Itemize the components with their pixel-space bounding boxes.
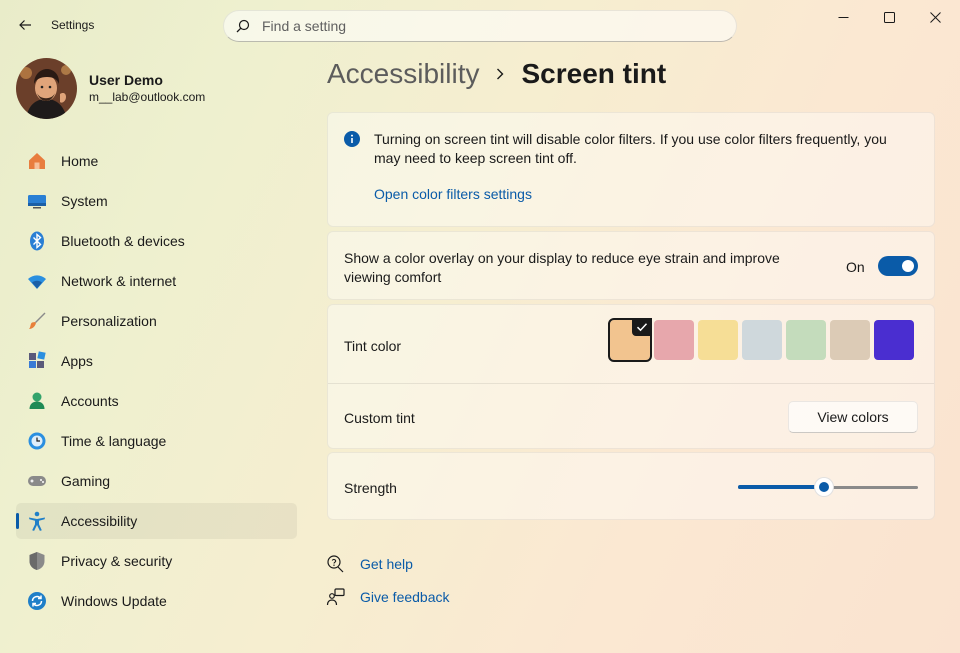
screen-tint-toggle-card: Show a color overlay on your display to …	[327, 231, 935, 300]
close-button[interactable]	[912, 0, 958, 34]
strength-slider[interactable]	[738, 477, 918, 497]
help-chat-icon	[326, 554, 346, 574]
avatar	[16, 57, 77, 119]
user-email: m__lab@outlook.com	[89, 90, 206, 104]
chevron-right-icon	[495, 67, 505, 81]
sidebar-item-label: System	[61, 193, 108, 209]
info-card: Turning on screen tint will disable colo…	[327, 112, 935, 227]
tint-color-card: Tint color Custom tint View colors	[327, 304, 935, 449]
sidebar-item-label: Windows Update	[61, 593, 167, 609]
maximize-icon	[883, 11, 895, 23]
toggle-state-label: On	[846, 259, 865, 275]
search-icon	[236, 19, 250, 33]
info-text: Turning on screen tint will disable colo…	[374, 131, 887, 166]
tint-swatch[interactable]	[742, 320, 782, 360]
sidebar-item-label: Bluetooth & devices	[61, 233, 185, 249]
sidebar-item-label: Accessibility	[61, 513, 138, 529]
sidebar-item-label: Privacy & security	[61, 553, 173, 569]
tint-swatches	[608, 318, 918, 362]
sidebar-item-time-language[interactable]: Time & language	[16, 423, 297, 459]
wifi-icon	[26, 270, 48, 292]
sidebar-item-label: Accounts	[61, 393, 119, 409]
clock-globe-icon	[26, 430, 48, 452]
title-bar: Settings	[0, 0, 960, 52]
divider	[328, 383, 934, 384]
sidebar-item-personalization[interactable]: Personalization	[16, 303, 297, 339]
update-icon	[26, 590, 48, 612]
apps-icon	[26, 350, 48, 372]
app-title: Settings	[51, 18, 95, 32]
user-name: User Demo	[89, 72, 163, 88]
strength-card: Strength	[327, 452, 935, 520]
tint-swatch[interactable]	[654, 320, 694, 360]
search-input[interactable]	[262, 18, 702, 34]
bluetooth-icon	[26, 230, 48, 252]
overlay-description: Show a color overlay on your display to …	[344, 250, 780, 285]
sidebar-item-apps[interactable]: Apps	[16, 343, 297, 379]
checkmark-icon	[632, 318, 652, 336]
slider-thumb[interactable]	[814, 477, 834, 497]
tint-color-label: Tint color	[344, 338, 402, 354]
page-title: Screen tint	[521, 58, 667, 89]
back-arrow-icon	[19, 20, 31, 30]
sidebar-item-privacy-security[interactable]: Privacy & security	[16, 543, 297, 579]
minimize-button[interactable]	[820, 0, 866, 34]
tint-swatch[interactable]	[830, 320, 870, 360]
toggle-knob	[902, 260, 914, 272]
sidebar-item-bluetooth[interactable]: Bluetooth & devices	[16, 223, 297, 259]
user-profile[interactable]: User Demo m__lab@outlook.com	[16, 57, 205, 119]
info-icon	[344, 131, 360, 150]
system-icon	[26, 190, 48, 212]
get-help-label: Get help	[360, 556, 413, 572]
tint-swatch[interactable]	[608, 318, 652, 362]
tint-swatch[interactable]	[698, 320, 738, 360]
maximize-button[interactable]	[866, 0, 912, 34]
feedback-icon	[326, 587, 346, 607]
user-avatar-icon	[16, 57, 77, 119]
back-button[interactable]	[12, 12, 38, 38]
custom-tint-label: Custom tint	[344, 410, 415, 426]
gamepad-icon	[26, 470, 48, 492]
slider-thumb-dot	[819, 482, 829, 492]
close-icon	[929, 11, 941, 23]
breadcrumb: Accessibility Screen tint	[327, 58, 666, 90]
sidebar-item-network[interactable]: Network & internet	[16, 263, 297, 299]
shield-icon	[26, 550, 48, 572]
sidebar-item-label: Gaming	[61, 473, 111, 489]
get-help-link[interactable]: Get help	[326, 553, 450, 575]
sidebar-item-label: Network & internet	[61, 273, 177, 289]
sidebar-nav: Home System Bluetooth & devices Network …	[16, 143, 297, 623]
sidebar-item-label: Apps	[61, 353, 93, 369]
open-color-filters-link[interactable]: Open color filters settings	[374, 186, 532, 202]
minimize-icon	[838, 16, 848, 18]
sidebar-item-system[interactable]: System	[16, 183, 297, 219]
accessibility-icon	[26, 510, 48, 532]
sidebar-item-label: Time & language	[61, 433, 167, 449]
tint-swatch[interactable]	[786, 320, 826, 360]
breadcrumb-parent[interactable]: Accessibility	[327, 58, 479, 90]
view-colors-button[interactable]: View colors	[788, 401, 918, 433]
slider-fill	[738, 485, 824, 489]
accounts-icon	[26, 390, 48, 412]
sidebar-item-home[interactable]: Home	[16, 143, 297, 179]
home-icon	[26, 150, 48, 172]
search-box[interactable]	[223, 10, 737, 42]
give-feedback-link[interactable]: Give feedback	[326, 586, 450, 608]
sidebar-item-gaming[interactable]: Gaming	[16, 463, 297, 499]
tint-swatch[interactable]	[874, 320, 914, 360]
strength-label: Strength	[344, 480, 397, 496]
sidebar-item-accessibility[interactable]: Accessibility	[16, 503, 297, 539]
brush-icon	[26, 310, 48, 332]
give-feedback-label: Give feedback	[360, 589, 450, 605]
sidebar-item-accounts[interactable]: Accounts	[16, 383, 297, 419]
sidebar-item-label: Personalization	[61, 313, 157, 329]
help-links: Get help Give feedback	[326, 553, 450, 619]
sidebar-item-label: Home	[61, 153, 99, 169]
screen-tint-toggle[interactable]	[878, 256, 918, 276]
sidebar-item-windows-update[interactable]: Windows Update	[16, 583, 297, 619]
